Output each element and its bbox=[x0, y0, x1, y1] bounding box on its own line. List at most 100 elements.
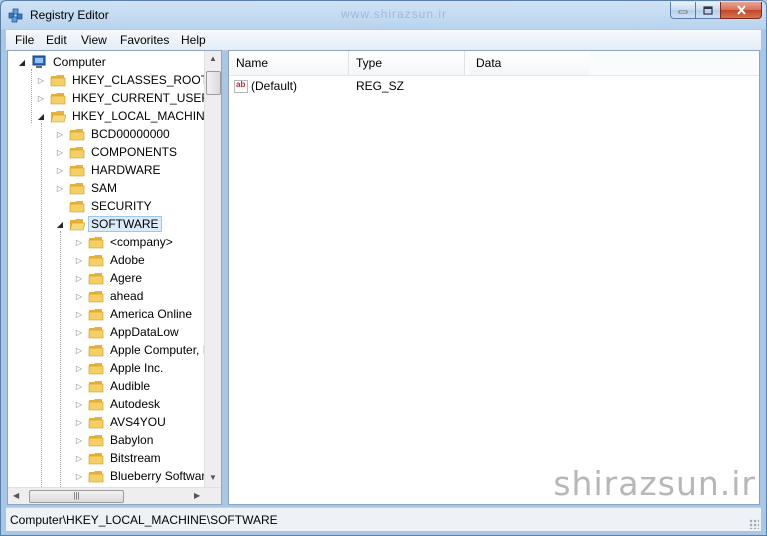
tree-node-hardware[interactable]: ▷ HARDWARE bbox=[55, 161, 163, 179]
tree-label[interactable]: AppDataLow bbox=[108, 325, 181, 339]
expand-arrow-icon[interactable]: ▷ bbox=[74, 310, 84, 319]
expand-arrow-icon[interactable]: ▷ bbox=[74, 418, 84, 427]
menu-view[interactable]: View bbox=[81, 33, 107, 47]
menu-favorites[interactable]: Favorites bbox=[120, 33, 169, 47]
value-row[interactable]: ab (Default) REG_SZ bbox=[234, 77, 754, 95]
expand-arrow-icon[interactable]: ▷ bbox=[74, 454, 84, 463]
expand-arrow-icon[interactable]: ▷ bbox=[74, 328, 84, 337]
scroll-up-icon[interactable]: ▲ bbox=[209, 54, 217, 63]
column-header-name[interactable]: Name bbox=[229, 51, 349, 75]
tree-label[interactable]: Audible bbox=[108, 379, 152, 393]
scroll-thumb[interactable] bbox=[206, 71, 221, 95]
tree-label[interactable]: Blueberry Software bbox=[108, 469, 214, 483]
tree-node-software-child[interactable]: ▷ <company> bbox=[74, 233, 175, 251]
scroll-thumb[interactable]: ||| bbox=[29, 490, 124, 503]
scroll-right-icon[interactable]: ▶ bbox=[194, 491, 200, 500]
tree-node-security[interactable]: SECURITY bbox=[55, 197, 154, 215]
expand-arrow-icon[interactable]: ▷ bbox=[55, 148, 65, 157]
tree-label[interactable]: ahead bbox=[108, 289, 145, 303]
title-bar[interactable]: Registry Editor www.shirazsun.ir bbox=[1, 1, 766, 29]
expand-arrow-icon[interactable]: ▷ bbox=[74, 346, 84, 355]
tree-node-components[interactable]: ▷ COMPONENTS bbox=[55, 143, 179, 161]
tree-node-hkcu[interactable]: ▷ HKEY_CURRENT_USER bbox=[36, 89, 212, 107]
tree-node-software-child[interactable]: ▷ Apple Computer, I bbox=[74, 341, 208, 359]
tree-label[interactable]: Computer bbox=[51, 55, 108, 69]
tree-node-software-child[interactable]: ▷ Apple Inc. bbox=[74, 359, 165, 377]
collapse-arrow-icon[interactable]: ◢ bbox=[36, 112, 46, 121]
tree-horizontal-scrollbar[interactable]: ◀ ||| ▶ bbox=[8, 487, 221, 504]
menu-help[interactable]: Help bbox=[181, 33, 206, 47]
expand-arrow-icon[interactable]: ▷ bbox=[74, 472, 84, 481]
tree-vertical-scrollbar[interactable]: ▲ ▼ bbox=[204, 51, 221, 487]
menu-edit[interactable]: Edit bbox=[46, 33, 67, 47]
expand-arrow-icon[interactable]: ▷ bbox=[36, 94, 46, 103]
tree-label[interactable]: Autodesk bbox=[108, 397, 162, 411]
expand-arrow-icon[interactable]: ▷ bbox=[74, 364, 84, 373]
close-button[interactable] bbox=[720, 2, 762, 19]
expand-arrow-icon[interactable]: ▷ bbox=[36, 76, 46, 85]
expand-arrow-icon[interactable]: ▷ bbox=[55, 184, 65, 193]
tree-node-software-child[interactable]: ▷ America Online bbox=[74, 305, 194, 323]
tree-label[interactable]: America Online bbox=[108, 307, 194, 321]
tree-node-software-child[interactable]: ▷ Bitstream bbox=[74, 449, 163, 467]
tree-node-software-child[interactable]: ▷ Babylon bbox=[74, 431, 155, 449]
tree-node-software-child[interactable]: ▷ Audible bbox=[74, 377, 152, 395]
expand-arrow-icon[interactable]: ▷ bbox=[74, 256, 84, 265]
expand-arrow-icon[interactable]: ▷ bbox=[74, 436, 84, 445]
scroll-left-icon[interactable]: ◀ bbox=[13, 491, 19, 500]
tree-node-sam[interactable]: ▷ SAM bbox=[55, 179, 119, 197]
tree-label[interactable]: AVS4YOU bbox=[108, 415, 168, 429]
expand-arrow-icon[interactable]: ▷ bbox=[74, 400, 84, 409]
tree-node-software-child[interactable]: ▷ AppDataLow bbox=[74, 323, 181, 341]
tree-label[interactable]: Apple Inc. bbox=[108, 361, 165, 375]
expand-arrow-icon[interactable]: ▷ bbox=[55, 130, 65, 139]
tree-node-software-child[interactable]: ▷ Blueberry Software bbox=[74, 467, 214, 485]
menu-bar: File Edit View Favorites Help bbox=[6, 30, 761, 51]
tree-node-computer[interactable]: ◢ Computer bbox=[17, 53, 108, 71]
ab-string-icon: ab bbox=[234, 80, 248, 94]
scroll-down-icon[interactable]: ▼ bbox=[209, 473, 217, 482]
maximize-button[interactable] bbox=[695, 2, 721, 19]
tree-label[interactable]: Agere bbox=[108, 271, 144, 285]
tree-label[interactable]: HKEY_CURRENT_USER bbox=[70, 91, 212, 105]
tree-label[interactable]: HKEY_LOCAL_MACHINE bbox=[70, 109, 215, 123]
tree-label[interactable]: Adobe bbox=[108, 253, 147, 267]
tree-label-selected[interactable]: SOFTWARE bbox=[88, 216, 162, 232]
expand-arrow-icon[interactable]: ▷ bbox=[55, 166, 65, 175]
tree-node-software[interactable]: ◢ SOFTWARE bbox=[55, 215, 162, 233]
tree-node-software-child[interactable]: ▷ Agere bbox=[74, 269, 144, 287]
collapse-arrow-icon[interactable]: ◢ bbox=[55, 220, 65, 229]
tree-label[interactable]: HKEY_CLASSES_ROOT bbox=[70, 73, 210, 87]
tree-label[interactable]: SECURITY bbox=[89, 199, 154, 213]
tree-label[interactable]: Babylon bbox=[108, 433, 155, 447]
expand-arrow-icon[interactable]: ▷ bbox=[74, 238, 84, 247]
tree-guide-line bbox=[41, 123, 42, 503]
tree-label[interactable]: <company> bbox=[108, 235, 175, 249]
collapse-arrow-icon[interactable]: ◢ bbox=[17, 58, 27, 67]
expand-arrow-icon[interactable]: ▷ bbox=[74, 274, 84, 283]
tree-label[interactable]: BCD00000000 bbox=[89, 127, 172, 141]
minimize-button[interactable] bbox=[670, 2, 696, 19]
tree-label[interactable]: Bitstream bbox=[108, 451, 163, 465]
tree-node-software-child[interactable]: ▷ Adobe bbox=[74, 251, 147, 269]
tree-label[interactable]: SAM bbox=[89, 181, 119, 195]
expand-arrow-icon[interactable]: ▷ bbox=[74, 382, 84, 391]
resize-grip-icon[interactable] bbox=[749, 519, 759, 529]
tree-label[interactable]: Apple Computer, I bbox=[108, 343, 208, 357]
column-header-type[interactable]: Type bbox=[349, 51, 465, 75]
folder-icon bbox=[88, 415, 104, 429]
tree-node-bcd[interactable]: ▷ BCD00000000 bbox=[55, 125, 172, 143]
tree-node-software-child[interactable]: ▷ ahead bbox=[74, 287, 145, 305]
tree-node-hklm[interactable]: ◢ HKEY_LOCAL_MACHINE bbox=[36, 107, 215, 125]
tree-node-hkcr[interactable]: ▷ HKEY_CLASSES_ROOT bbox=[36, 71, 210, 89]
folder-icon bbox=[69, 127, 85, 141]
menu-file[interactable]: File bbox=[15, 33, 34, 47]
registry-tree[interactable]: ◢ Computer ▷ HKEY_CLASSES_ROOT ▷ HKEY_CU… bbox=[7, 50, 222, 505]
values-list[interactable]: Name Type Data ab (Default) REG_SZ bbox=[228, 50, 760, 505]
column-header-data[interactable]: Data bbox=[469, 51, 589, 75]
tree-node-software-child[interactable]: ▷ AVS4YOU bbox=[74, 413, 168, 431]
tree-label[interactable]: COMPONENTS bbox=[89, 145, 179, 159]
expand-arrow-icon[interactable]: ▷ bbox=[74, 292, 84, 301]
tree-node-software-child[interactable]: ▷ Autodesk bbox=[74, 395, 162, 413]
tree-label[interactable]: HARDWARE bbox=[89, 163, 163, 177]
